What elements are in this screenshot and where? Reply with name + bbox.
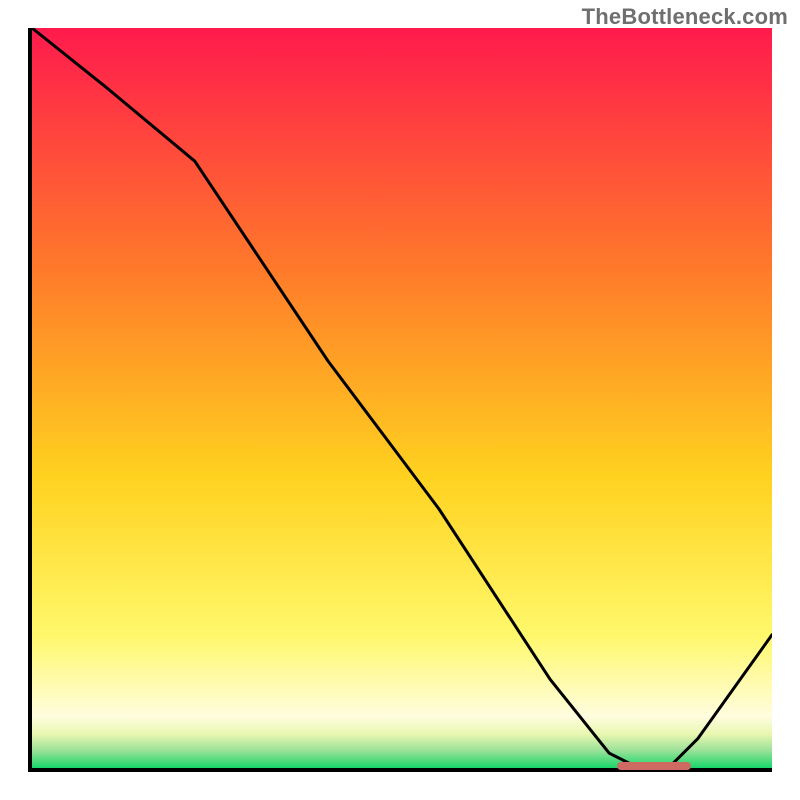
optimum-marker [617,762,691,770]
chart-canvas [32,28,772,768]
watermark-text: TheBottleneck.com [582,4,788,30]
plot-area [32,28,772,768]
gradient-main [32,28,772,718]
chart-root: TheBottleneck.com [0,0,800,800]
gradient-bottom-band [32,716,772,768]
plot-frame [28,28,772,772]
